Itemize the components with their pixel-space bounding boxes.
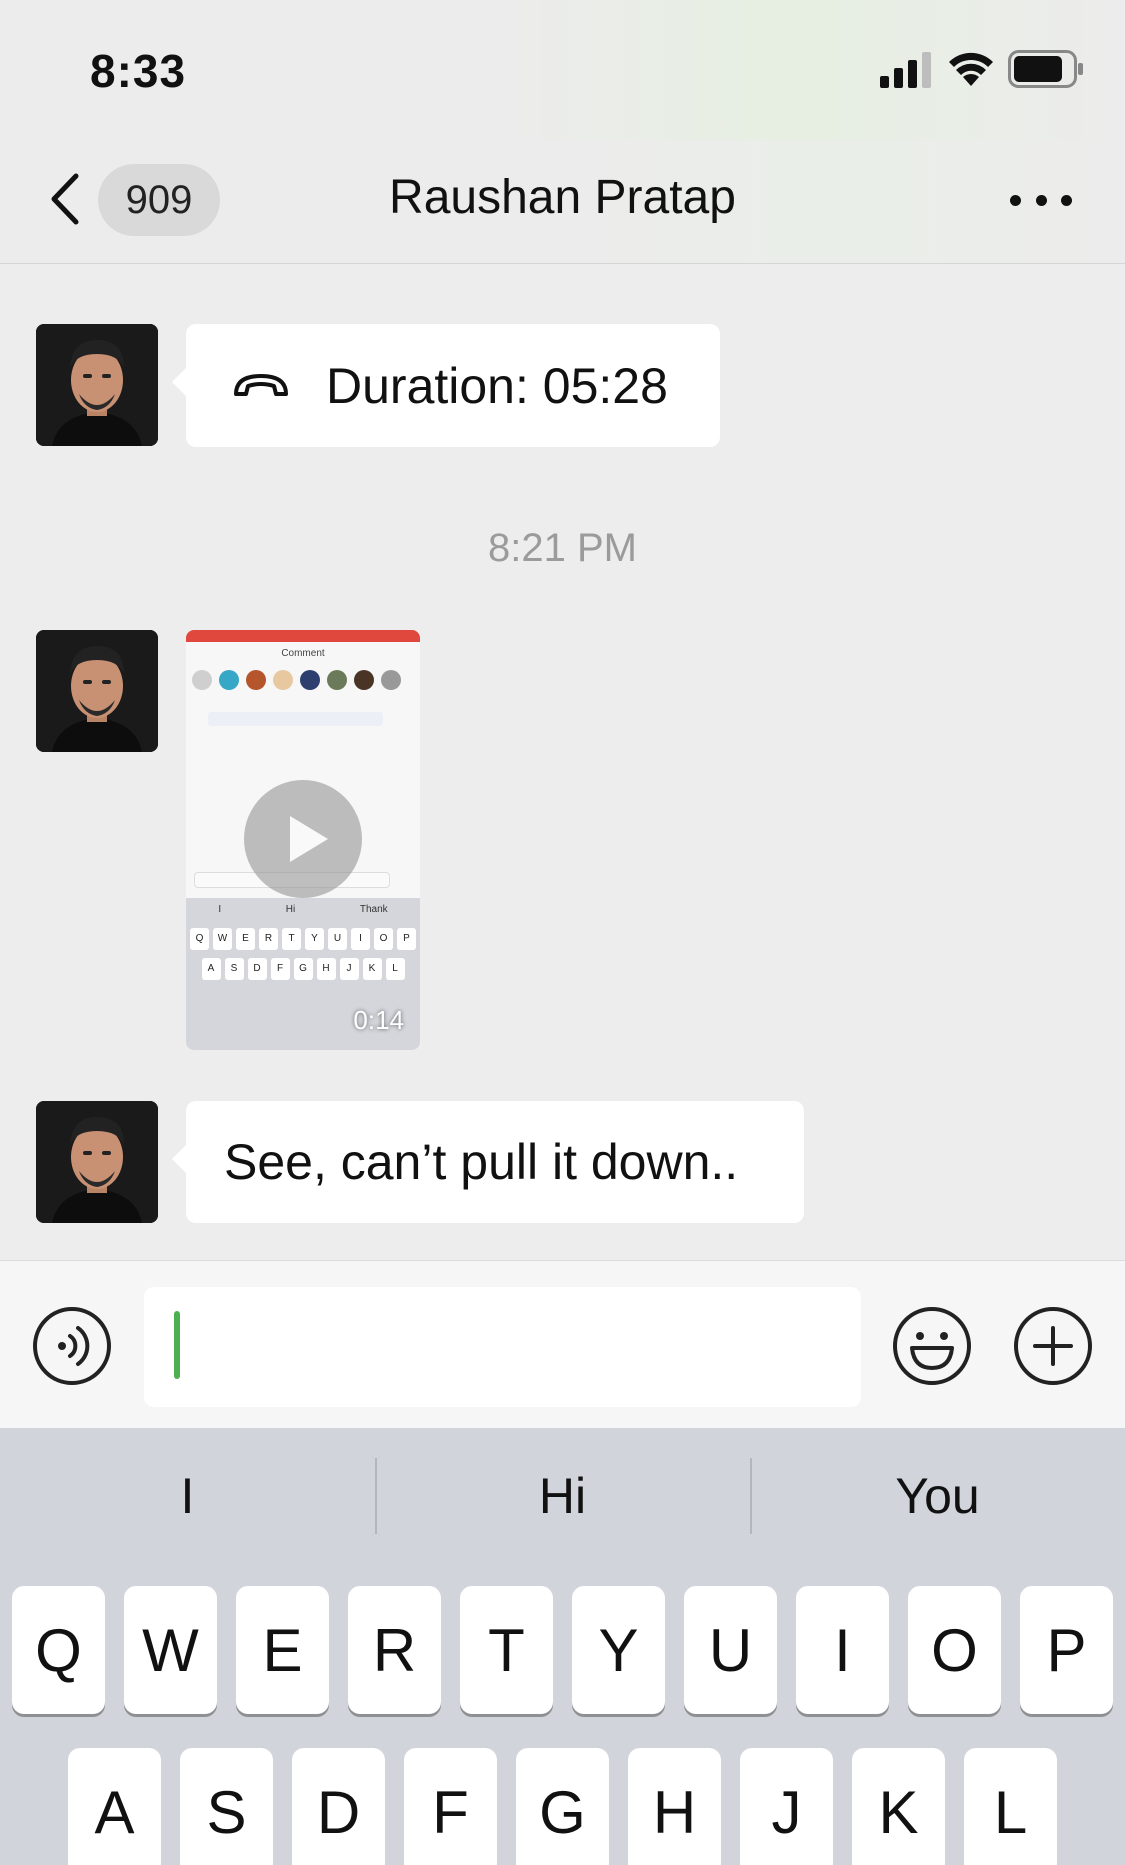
key-u[interactable]: U <box>684 1586 777 1714</box>
key-h[interactable]: H <box>628 1748 721 1865</box>
recording-bar <box>186 630 420 642</box>
text-caret <box>174 1311 180 1379</box>
avatar-photo <box>36 1101 158 1223</box>
key-w[interactable]: W <box>124 1586 217 1714</box>
key-t[interactable]: T <box>460 1586 553 1714</box>
plus-icon[interactable] <box>1013 1306 1093 1386</box>
avatar-photo <box>36 324 158 446</box>
cellular-signal-icon <box>880 52 931 88</box>
avatar[interactable] <box>36 1101 158 1223</box>
message-input-bar <box>0 1260 1125 1428</box>
status-time: 8:33 <box>90 45 187 97</box>
key-f[interactable]: F <box>404 1748 497 1865</box>
key-s[interactable]: S <box>180 1748 273 1865</box>
unread-count-badge[interactable]: 909 <box>98 164 220 236</box>
text-message[interactable]: See, can’t pull it down.. <box>172 1101 804 1223</box>
avatar[interactable] <box>36 630 158 752</box>
key-a[interactable]: A <box>68 1748 161 1865</box>
keyboard: I Hi You Q W E R T Y U I O P A S D F G H… <box>0 1428 1125 1865</box>
suggestion-item[interactable]: I <box>0 1428 375 1564</box>
wifi-icon <box>949 52 993 86</box>
suggestion-item[interactable]: Hi <box>375 1428 750 1564</box>
key-d[interactable]: D <box>292 1748 385 1865</box>
video-message[interactable]: Comment I Hi Thank QWERTYUIOP ASDFGHJKL … <box>186 630 420 1050</box>
battery-icon <box>1008 50 1083 88</box>
key-j[interactable]: J <box>740 1748 833 1865</box>
key-r[interactable]: R <box>348 1586 441 1714</box>
key-i[interactable]: I <box>796 1586 889 1714</box>
avatar[interactable] <box>36 324 158 446</box>
key-o[interactable]: O <box>908 1586 1001 1714</box>
message-input[interactable] <box>144 1287 861 1407</box>
key-g[interactable]: G <box>516 1748 609 1865</box>
video-duration: 0:14 <box>353 1005 404 1035</box>
key-e[interactable]: E <box>236 1586 329 1714</box>
more-options-button[interactable] <box>1010 182 1072 218</box>
keyboard-suggestions: I Hi You <box>0 1428 1125 1564</box>
voice-input-icon[interactable] <box>32 1306 112 1386</box>
message-timestamp: 8:21 PM <box>488 526 637 570</box>
keyboard-row-1: Q W E R T Y U I O P <box>0 1586 1125 1714</box>
key-y[interactable]: Y <box>572 1586 665 1714</box>
suggestion-item[interactable]: You <box>750 1428 1125 1564</box>
chat-header: 909 Raushan Pratap <box>0 140 1125 264</box>
call-duration-message[interactable]: Duration: 05:28 <box>172 324 720 447</box>
video-preview-avatars <box>192 670 401 690</box>
call-duration-text: Duration: 05:28 <box>326 357 668 414</box>
more-dot-icon <box>1035 194 1047 206</box>
back-chevron-icon[interactable] <box>40 164 90 234</box>
video-preview-header: Comment <box>281 648 325 659</box>
key-l[interactable]: L <box>964 1748 1057 1865</box>
more-dot-icon <box>1010 194 1021 206</box>
keyboard-row-2: A S D F G H J K L <box>0 1748 1125 1865</box>
key-q[interactable]: Q <box>12 1586 105 1714</box>
play-icon[interactable] <box>244 780 362 898</box>
key-p[interactable]: P <box>1020 1586 1113 1714</box>
video-preview-hint <box>208 712 383 726</box>
more-dot-icon <box>1061 194 1072 206</box>
phone-hangup-icon <box>234 373 288 396</box>
video-preview-suggestions: I Hi Thank <box>186 898 420 920</box>
avatar-photo <box>36 630 158 752</box>
message-text: See, can’t pull it down.. <box>224 1134 739 1190</box>
status-bar: 8:33 <box>0 0 1125 140</box>
key-k[interactable]: K <box>852 1748 945 1865</box>
emoji-icon[interactable] <box>892 1306 972 1386</box>
